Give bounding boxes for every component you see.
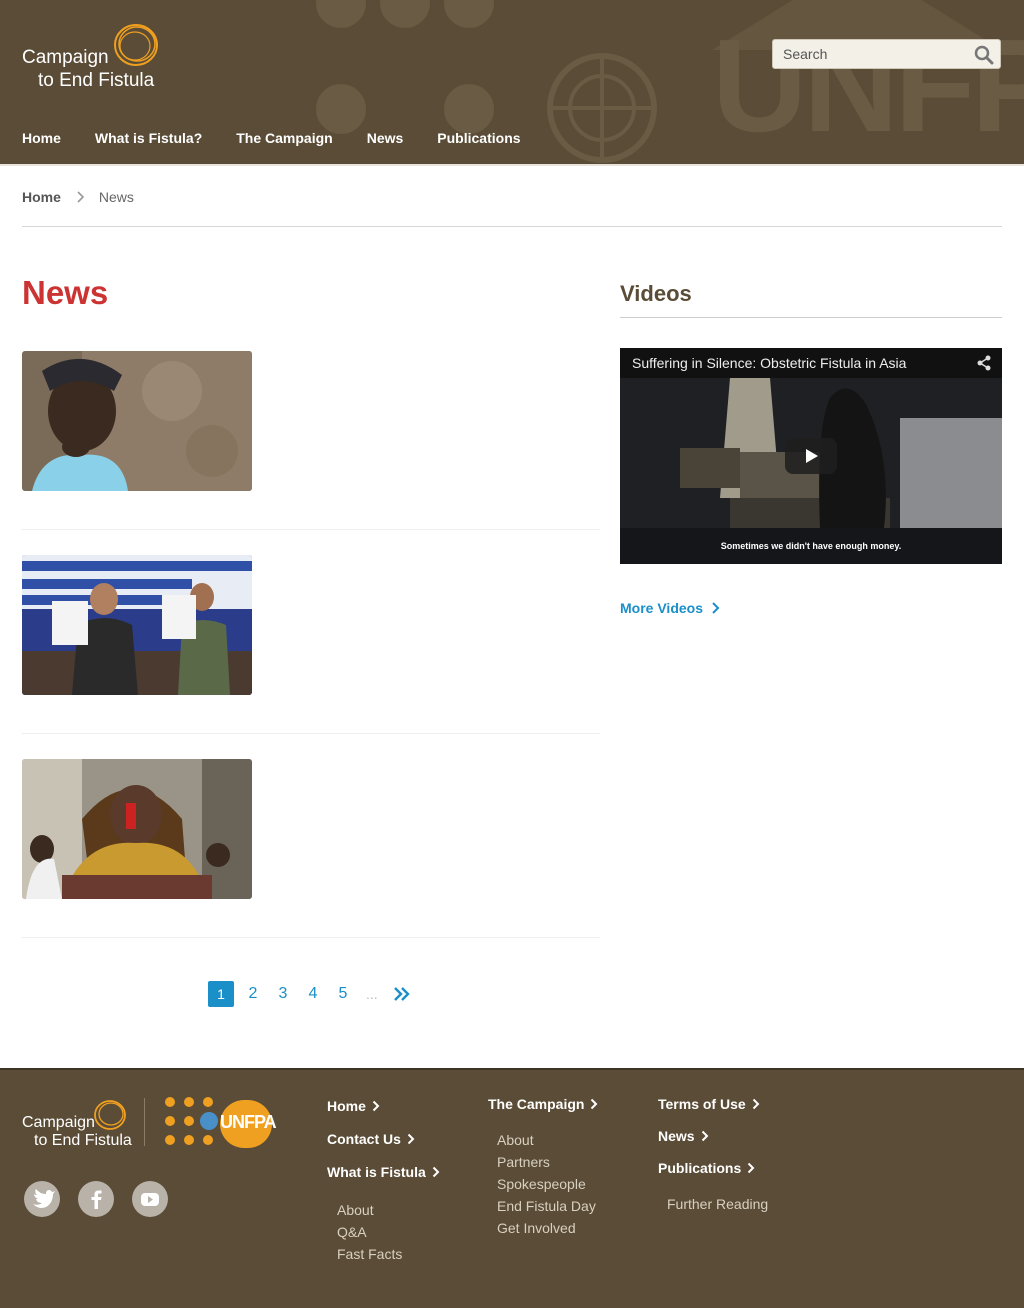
header-decor-circle xyxy=(380,0,430,28)
header-decor-circle xyxy=(444,0,494,28)
footer-logo[interactable]: Campaign to End Fistula xyxy=(22,1096,132,1156)
footer-logo-line2: to End Fistula xyxy=(34,1132,132,1149)
video-player[interactable]: Suffering in Silence: Obstetric Fistula … xyxy=(620,348,1002,564)
logo-rings-icon xyxy=(114,24,158,66)
search-box xyxy=(772,39,1001,69)
chevron-right-icon xyxy=(712,602,720,614)
chevron-right-icon xyxy=(591,1098,598,1110)
unfpa-logo-text: UNFPA xyxy=(220,1112,277,1132)
logo-rings-icon xyxy=(94,1100,126,1130)
header-decor-circle xyxy=(316,0,366,28)
play-icon xyxy=(806,449,818,463)
breadcrumb-divider xyxy=(22,226,1002,227)
twitter-icon xyxy=(33,1189,55,1208)
more-videos-label: More Videos xyxy=(620,600,703,616)
news-divider xyxy=(22,733,600,734)
footer-link-label: Terms of Use xyxy=(658,1096,746,1112)
footer-link-publications[interactable]: Publications xyxy=(658,1160,768,1176)
footer-sublink-end-fistula-day[interactable]: End Fistula Day xyxy=(497,1198,598,1214)
header-decor-circle xyxy=(444,84,494,134)
footer-link-label: The Campaign xyxy=(488,1096,585,1112)
footer-sublink-spokespeople[interactable]: Spokespeople xyxy=(497,1176,598,1192)
footer-link-news[interactable]: News xyxy=(658,1128,768,1144)
search-input[interactable] xyxy=(773,40,968,68)
unfpa-logo[interactable]: UNFPA xyxy=(162,1096,277,1150)
footer-logo-divider xyxy=(144,1098,145,1146)
facebook-icon xyxy=(91,1190,102,1209)
footer-col-2: The Campaign About Partners Spokespeople… xyxy=(488,1096,598,1236)
page-link-2[interactable]: 2 xyxy=(246,985,260,1003)
footer-link-label: Publications xyxy=(658,1160,742,1176)
footer-link-what-is-fistula[interactable]: What is Fistula xyxy=(327,1164,440,1180)
page-link-3[interactable]: 3 xyxy=(276,985,290,1003)
footer-col-1: Home Contact Us What is Fistula About Q&… xyxy=(327,1098,440,1262)
site-footer: Campaign to End Fistula UNFPA Home Conta… xyxy=(0,1068,1024,1308)
footer-sublink-qa[interactable]: Q&A xyxy=(337,1224,440,1240)
youtube-icon xyxy=(141,1193,159,1206)
nav-what-is-fistula[interactable]: What is Fistula? xyxy=(95,130,202,150)
footer-link-label: Contact Us xyxy=(327,1131,401,1147)
share-icon[interactable] xyxy=(976,355,992,371)
chevron-right-icon xyxy=(372,1100,380,1112)
chevron-right-icon xyxy=(701,1130,708,1142)
logo-text-line1: Campaign xyxy=(22,47,109,68)
page-ellipsis: ... xyxy=(366,986,378,1002)
footer-logo-line1: Campaign xyxy=(22,1114,95,1131)
page-title: News xyxy=(22,274,109,311)
footer-link-label: News xyxy=(658,1128,695,1144)
video-title[interactable]: Suffering in Silence: Obstetric Fistula … xyxy=(632,355,906,371)
double-chevron-right-icon[interactable] xyxy=(392,984,412,1004)
footer-link-contact-us[interactable]: Contact Us xyxy=(327,1131,440,1147)
youtube-button[interactable] xyxy=(132,1181,168,1217)
footer-col-3: Terms of Use News Publications Further R… xyxy=(658,1096,768,1212)
nav-news[interactable]: News xyxy=(367,130,404,150)
news-divider xyxy=(22,529,600,530)
footer-sublink-fast-facts[interactable]: Fast Facts xyxy=(337,1246,440,1262)
news-thumbnail[interactable] xyxy=(22,555,252,695)
page-link-5[interactable]: 5 xyxy=(336,985,350,1003)
nav-the-campaign[interactable]: The Campaign xyxy=(236,130,332,150)
site-header: UNFPA Campaign to End Fistula Home What … xyxy=(0,0,1024,166)
footer-link-label: What is Fistula xyxy=(327,1164,426,1180)
footer-sublink-about[interactable]: About xyxy=(337,1202,440,1218)
footer-sublink-further-reading[interactable]: Further Reading xyxy=(667,1196,768,1212)
footer-sublink-partners[interactable]: Partners xyxy=(497,1154,598,1170)
logo-text-line2: to End Fistula xyxy=(38,70,155,91)
twitter-button[interactable] xyxy=(24,1181,60,1217)
page-link-1[interactable]: 1 xyxy=(208,981,234,1007)
play-button[interactable] xyxy=(785,438,837,474)
news-divider xyxy=(22,937,600,938)
footer-sublink-about[interactable]: About xyxy=(497,1132,598,1148)
video-caption: Sometimes we didn't have enough money. xyxy=(720,541,902,551)
pagination: 1 2 3 4 5 ... xyxy=(208,981,412,1007)
chevron-right-icon xyxy=(432,1166,440,1178)
videos-divider xyxy=(620,317,1002,318)
nav-publications[interactable]: Publications xyxy=(437,130,520,150)
chevron-right-icon xyxy=(748,1162,755,1174)
main-nav: Home What is Fistula? The Campaign News … xyxy=(22,130,555,150)
footer-link-the-campaign[interactable]: The Campaign xyxy=(488,1096,598,1112)
footer-sublink-get-involved[interactable]: Get Involved xyxy=(497,1220,598,1236)
breadcrumb-current: News xyxy=(98,189,134,205)
unfpa-dots-icon xyxy=(165,1097,218,1145)
breadcrumb: Home News xyxy=(22,189,134,205)
facebook-button[interactable] xyxy=(78,1181,114,1217)
chevron-right-icon xyxy=(752,1098,760,1110)
footer-link-home[interactable]: Home xyxy=(327,1098,440,1114)
footer-link-label: Home xyxy=(327,1098,366,1114)
nav-home[interactable]: Home xyxy=(22,130,61,150)
more-videos-link[interactable]: More Videos xyxy=(620,600,721,616)
search-icon[interactable] xyxy=(974,45,994,65)
page-link-4[interactable]: 4 xyxy=(306,985,320,1003)
breadcrumb-home[interactable]: Home xyxy=(22,189,61,205)
site-logo[interactable]: Campaign to End Fistula xyxy=(22,24,162,94)
news-thumbnail[interactable] xyxy=(22,759,252,899)
news-thumbnail[interactable] xyxy=(22,351,252,491)
videos-heading: Videos xyxy=(620,281,692,306)
footer-link-terms-of-use[interactable]: Terms of Use xyxy=(658,1096,768,1112)
header-decor-circle xyxy=(316,84,366,134)
chevron-right-icon xyxy=(407,1133,415,1145)
chevron-right-icon xyxy=(77,191,85,203)
